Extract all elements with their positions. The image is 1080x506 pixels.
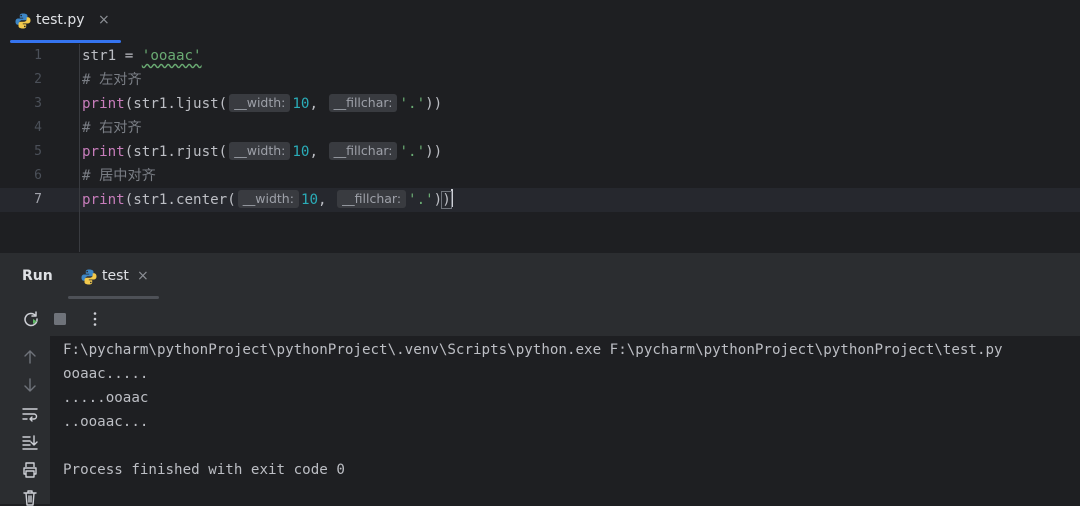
code-text: (str1.ljust( [124,96,228,112]
number-literal: 10 [292,96,310,112]
line-number[interactable]: 3 [0,92,42,116]
soft-wrap-icon[interactable] [21,405,39,423]
console-line-output: ..ooaac... [63,414,149,430]
string-literal: '.' [399,96,426,112]
string-literal: '.' [408,192,434,208]
code-text: )) [425,96,443,112]
code-text: , [309,144,319,160]
number-literal: 10 [292,144,310,160]
trash-icon[interactable] [21,488,39,506]
line-number[interactable]: 2 [0,68,42,92]
print-icon[interactable] [21,461,39,479]
matched-bracket: ) [441,191,452,209]
code-line-7[interactable]: print(str1.center(__width: 10, __fillchar… [82,188,453,212]
parameter-hint-width: __width: [229,94,291,112]
code-text: , [318,192,327,208]
active-tab-indicator [10,40,121,43]
console-line-exit-status: Process finished with exit code 0 [63,462,345,478]
parameter-hint-width: __width: [237,190,299,208]
code-line-4[interactable]: # 右对齐 [82,116,142,140]
run-tab-close-icon[interactable]: × [137,268,149,284]
python-file-icon [81,269,97,285]
code-text: , [309,96,319,112]
string-literal: 'ooaac' [141,48,202,64]
code-comment: # 左对齐 [82,72,142,88]
editor-tab-bar [0,0,1080,45]
active-run-tab-indicator [68,296,159,299]
code-line-5[interactable]: print(str1.rjust(__width: 10, __fillchar:… [82,140,442,164]
number-literal: 10 [300,192,319,208]
run-tool-window-header [0,252,1080,303]
tab-close-icon[interactable]: × [98,12,110,28]
line-number-active[interactable]: 7 [0,188,42,212]
scroll-to-end-icon[interactable] [21,433,39,451]
parameter-hint-fillchar: __fillchar: [337,190,407,208]
arrow-down-icon[interactable] [21,376,39,394]
code-comment: # 右对齐 [82,120,142,136]
parameter-hint-width: __width: [229,142,291,160]
line-number[interactable]: 6 [0,164,42,188]
arrow-up-icon[interactable] [21,348,39,366]
builtin-function: print [82,96,125,112]
code-line-2[interactable]: # 左对齐 [82,68,142,92]
code-text: (str1.rjust( [124,144,228,160]
code-text: ) [433,192,443,208]
code-line-1[interactable]: str1 = 'ooaac' [82,44,202,68]
code-comment: # 居中对齐 [82,168,156,184]
code-text: )) [425,144,443,160]
parameter-hint-fillchar: __fillchar: [328,142,398,160]
line-number[interactable]: 5 [0,140,42,164]
run-toolbar [0,302,1080,337]
parameter-hint-fillchar: __fillchar: [328,94,398,112]
python-file-icon [15,13,31,29]
console-line-output: ooaac..... [63,366,149,382]
more-options-icon[interactable] [86,310,104,328]
builtin-function: print [82,144,125,160]
run-tab-test[interactable]: test [102,268,129,284]
console-line-command: F:\pycharm\pythonProject\pythonProject\.… [63,342,1003,358]
code-text: (str1.center( [124,192,236,208]
string-literal: '.' [399,144,426,160]
line-number[interactable]: 4 [0,116,42,140]
text-caret [450,189,453,207]
console-line-output: .....ooaac [63,390,149,406]
tab-label: test.py [36,12,85,28]
gutter-divider [79,44,80,252]
stop-icon[interactable] [51,310,69,328]
builtin-function: print [82,192,125,208]
code-text: str1 = [82,48,142,64]
code-line-6[interactable]: # 居中对齐 [82,164,156,188]
code-line-3[interactable]: print(str1.ljust(__width: 10, __fillchar:… [82,92,442,116]
run-title: Run [22,268,53,284]
rerun-icon[interactable] [22,310,40,328]
line-number[interactable]: 1 [0,44,42,68]
